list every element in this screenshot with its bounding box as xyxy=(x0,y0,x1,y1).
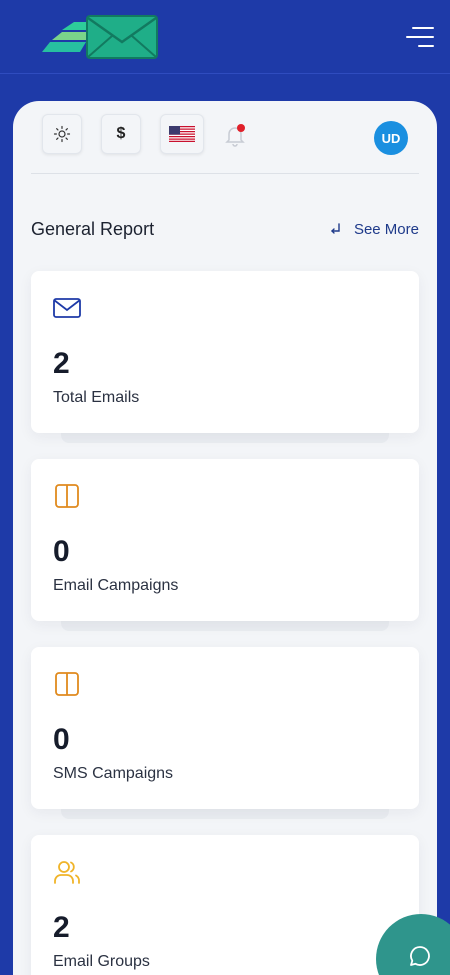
stat-value: 0 xyxy=(53,723,70,756)
arrow-down-left-icon xyxy=(330,222,340,234)
menu-line xyxy=(418,45,434,47)
toolbar-divider xyxy=(31,173,419,174)
stat-card-email-campaigns[interactable]: 0 Email Campaigns xyxy=(31,459,419,637)
card-body: 2 Total Emails xyxy=(31,271,419,433)
columns-icon xyxy=(55,484,79,508)
notification-button[interactable] xyxy=(221,121,249,149)
stat-label: SMS Campaigns xyxy=(53,765,174,782)
card-body: 2 Email Groups xyxy=(31,835,419,975)
stat-label: Email Campaigns xyxy=(53,577,179,594)
card-body: 0 Email Campaigns xyxy=(31,459,419,621)
see-more-link[interactable]: See More xyxy=(328,221,419,238)
us-flag-icon xyxy=(169,126,195,142)
general-report-header: General Report See More xyxy=(31,217,419,247)
hamburger-menu-icon[interactable] xyxy=(404,24,434,50)
stat-label: Email Groups xyxy=(53,953,150,970)
bell-icon xyxy=(225,124,245,147)
avatar[interactable]: UD xyxy=(374,121,408,155)
card-body: 0 SMS Campaigns xyxy=(31,647,419,809)
stat-card-sms-campaigns[interactable]: 0 SMS Campaigns xyxy=(31,647,419,825)
stat-card-total-emails[interactable]: 2 Total Emails xyxy=(31,271,419,449)
chat-bubble-icon xyxy=(410,946,430,966)
stat-value: 2 xyxy=(53,347,70,380)
envelope-logo-icon[interactable] xyxy=(40,12,160,60)
toolbar: $ UD xyxy=(13,101,437,173)
sun-icon xyxy=(53,125,71,143)
main-panel: $ UD General Report See More 2 Total Ema… xyxy=(13,101,437,975)
currency-button[interactable]: $ xyxy=(101,114,141,154)
top-bar xyxy=(0,0,450,74)
stat-value: 2 xyxy=(53,911,70,944)
stat-value: 0 xyxy=(53,535,70,568)
menu-line xyxy=(412,27,434,29)
see-more-label: See More xyxy=(353,221,419,238)
currency-label: $ xyxy=(116,125,126,142)
section-title: General Report xyxy=(31,219,155,239)
menu-line xyxy=(406,36,434,38)
envelope-icon xyxy=(53,298,81,318)
avatar-initials: UD xyxy=(381,130,401,146)
stat-label: Total Emails xyxy=(53,389,140,406)
columns-icon xyxy=(55,672,79,696)
stat-card-email-groups[interactable]: 2 Email Groups xyxy=(31,835,419,975)
theme-toggle-button[interactable] xyxy=(42,114,82,154)
users-icon xyxy=(54,861,80,884)
language-button[interactable] xyxy=(160,114,204,154)
